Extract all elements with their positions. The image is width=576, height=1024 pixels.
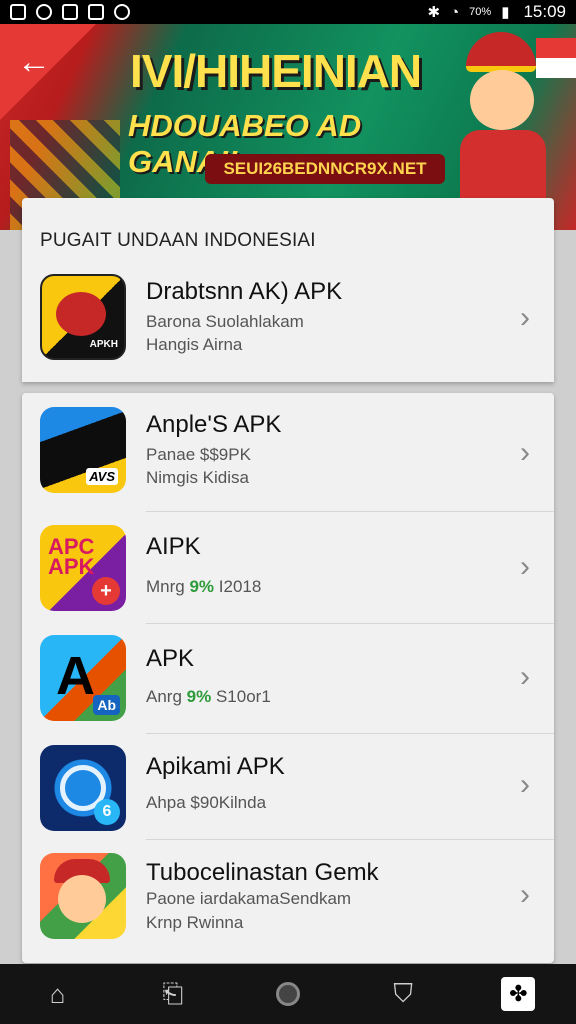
mascot-hat xyxy=(466,32,536,72)
chevron-right-icon: › xyxy=(520,301,530,334)
app-list: AVS Anple'S APK Panae $$9PK Nimgis Kidis… xyxy=(22,393,554,963)
chevron-right-icon: › xyxy=(520,436,530,469)
emblem-icon xyxy=(56,292,106,336)
letter-a-icon: A xyxy=(56,646,95,706)
chevron-right-icon: › xyxy=(520,550,530,583)
app-icon-label: 6 xyxy=(94,799,120,825)
status-time: 15:09 xyxy=(523,2,566,21)
chevron-right-icon: › xyxy=(520,878,530,911)
status-right: ✱ ◔ 70% ▮ 15:09 xyxy=(428,2,566,22)
wifi-icon: ◔ xyxy=(450,3,460,21)
app-icon xyxy=(62,4,78,20)
app-name: AIPK xyxy=(146,533,201,560)
circle-icon[interactable] xyxy=(264,970,312,1018)
app-subtitle: Paone iardakamaSendkam xyxy=(146,889,352,908)
app-row-2[interactable]: AVS Anple'S APK Panae $$9PK Nimgis Kidis… xyxy=(22,405,554,515)
notification-icon xyxy=(10,4,26,20)
home-icon[interactable]: ⌂ xyxy=(34,970,82,1018)
app-icon-label: AVS xyxy=(86,468,118,485)
app-name: Tubocelinastan Gemk xyxy=(146,859,379,886)
app-subtitle: Barona Suolahlakam xyxy=(146,312,304,331)
section-title: PUGAIT UNDAAN INDONESIAI xyxy=(40,230,316,251)
mascot-image xyxy=(448,30,558,226)
home-circle xyxy=(275,982,300,1006)
app-subtitle-prefix: Anrg xyxy=(146,687,182,706)
app-name: Anple'S APK xyxy=(146,411,282,438)
photo-icon xyxy=(114,4,130,20)
chevron-right-icon: › xyxy=(520,660,530,693)
messenger-icon xyxy=(36,4,52,20)
app-subtitle-suffix: S10or1 xyxy=(215,687,271,706)
app-icon-label: APKH xyxy=(89,339,118,350)
divider xyxy=(146,623,554,624)
navigation-bar: ⌂ ⎗ ⛉ ✤ xyxy=(0,964,576,1024)
app-logo-icon: APC APK + xyxy=(40,525,126,611)
app-subtitle-prefix: Mnrg xyxy=(146,577,185,596)
chevron-right-icon: › xyxy=(520,768,530,801)
app-subtitle-highlight: 9% xyxy=(186,687,212,706)
app-detail: Nimgis Kidisa xyxy=(146,468,249,487)
back-arrow-icon[interactable]: ← xyxy=(14,42,54,82)
app-subtitle: Ahpa $90Kilnda xyxy=(146,793,267,812)
back-icon[interactable]: ⎗ xyxy=(149,970,197,1018)
divider xyxy=(146,511,554,512)
app-logo-icon: 6 xyxy=(40,745,126,831)
app-switch-icon[interactable]: ✤ xyxy=(494,970,542,1018)
app-detail: Hangis Airna xyxy=(146,335,243,354)
app-subtitle-suffix: I2018 xyxy=(218,577,262,596)
app-logo-icon xyxy=(40,853,126,939)
app-logo-icon: AVS xyxy=(40,407,126,493)
bluetooth-icon: ✱ xyxy=(427,4,441,21)
status-bar: ✱ ◔ 70% ▮ 15:09 xyxy=(0,0,576,24)
signal-text: 70% xyxy=(469,6,492,18)
app-row-6[interactable]: Tubocelinastan Gemk Paone iardakamaSendk… xyxy=(22,851,554,961)
divider xyxy=(146,733,554,734)
puzzle-icon: ✤ xyxy=(501,977,536,1011)
app-subtitle: Anrg 9% S10or1 xyxy=(146,687,271,707)
app-subtitle-highlight: 9% xyxy=(189,577,215,596)
banner-url: SEUI26BEDNNCR9X.NET xyxy=(205,154,445,184)
app-subtitle: Mnrg 9% I2018 xyxy=(146,577,261,597)
mascot-face-icon xyxy=(58,875,106,923)
app-row-1[interactable]: APKH Drabtsnn AK) APK Barona Suolahlakam… xyxy=(22,268,554,378)
battery-icon: ▮ xyxy=(501,4,510,21)
app-name: Drabtsnn AK) APK xyxy=(146,278,343,305)
app-row-3[interactable]: APC APK + AIPK Mnrg 9% I2018 › xyxy=(22,523,554,633)
app-row-4[interactable]: A Ab APK Anrg 9% S10or1 › xyxy=(22,635,554,745)
app-detail: Krnp Rwinna xyxy=(146,913,244,932)
app-icon-label: Ab xyxy=(93,695,120,715)
banner-title: IVI/HIHEINIAN xyxy=(130,45,422,97)
shield-icon[interactable]: ⛉ xyxy=(379,970,427,1018)
app-logo-icon: A Ab xyxy=(40,635,126,721)
app-subtitle: Panae $$9PK xyxy=(146,445,251,464)
status-left xyxy=(10,4,130,20)
app-name: APK xyxy=(146,645,195,672)
app-logo-icon: APKH xyxy=(40,274,126,360)
divider xyxy=(146,839,554,840)
app-icon-label: APC APK xyxy=(48,534,95,579)
instagram-icon xyxy=(88,4,104,20)
app-name: Apikami APK xyxy=(146,753,285,780)
plus-icon: + xyxy=(92,577,120,605)
featured-card: PUGAIT UNDAAN INDONESIAI APKH Drabtsnn A… xyxy=(22,198,554,382)
app-row-5[interactable]: 6 Apikami APK Ahpa $90Kilnda › xyxy=(22,743,554,853)
mascot-face xyxy=(470,70,534,130)
